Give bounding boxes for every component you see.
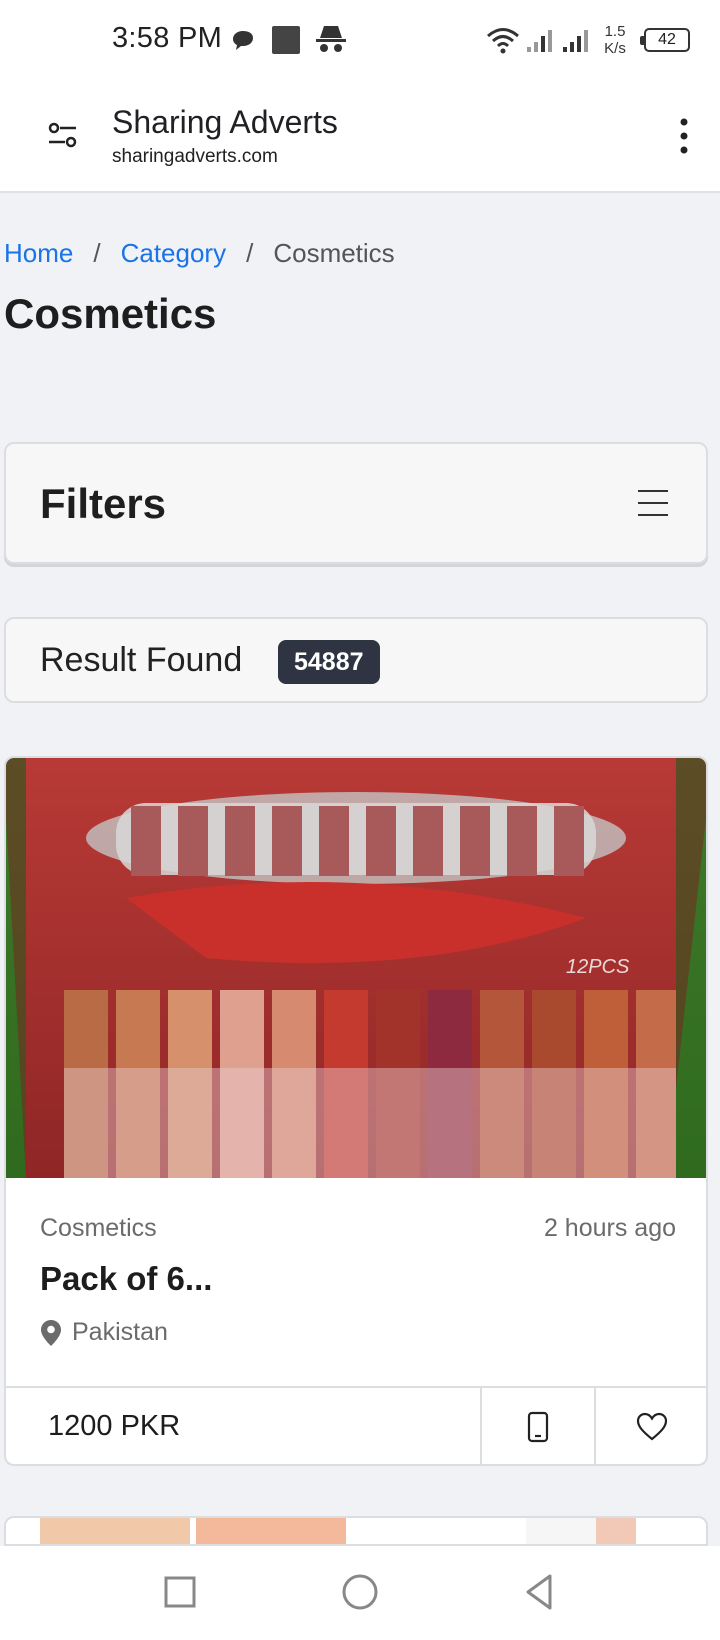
filters-card[interactable]: Filters	[4, 442, 708, 564]
chat-bubble-icon	[233, 31, 253, 50]
breadcrumb-home[interactable]: Home	[4, 238, 73, 269]
recents-button-icon[interactable]	[158, 1570, 202, 1614]
location-pin-icon	[41, 1319, 61, 1346]
breadcrumb-separator: /	[93, 238, 101, 268]
result-count-badge: 54887	[278, 640, 380, 684]
result-found-card: Result Found 54887	[4, 617, 708, 703]
app-bar: Sharing Adverts sharingadverts.com	[0, 84, 720, 193]
app-url: sharingadverts.com	[112, 146, 278, 167]
signal-icon	[527, 30, 552, 52]
page-title: Cosmetics	[4, 290, 217, 337]
incognito-icon	[316, 26, 346, 52]
listing-location-text: Pakistan	[72, 1318, 168, 1346]
tune-icon[interactable]	[46, 118, 80, 152]
result-label: Result Found	[40, 641, 243, 679]
listing-card[interactable]	[4, 1516, 708, 1546]
more-vert-icon[interactable]	[676, 116, 692, 156]
status-bar: 3:58 PM 1.5 K/s 42	[0, 0, 720, 84]
phone-icon	[527, 1411, 549, 1443]
listing-image	[40, 1518, 636, 1544]
system-nav-bar	[0, 1546, 720, 1640]
breadcrumb-category[interactable]: Category	[121, 238, 227, 269]
listing-footer: 1200 PKR	[6, 1386, 706, 1464]
call-button[interactable]	[480, 1388, 594, 1464]
signal-icon	[563, 30, 588, 52]
battery-icon: 42	[640, 28, 690, 52]
listing-price: 1200 PKR	[48, 1410, 181, 1442]
listing-title[interactable]: Pack of 6...	[40, 1260, 212, 1298]
hamburger-icon[interactable]	[638, 490, 668, 516]
heart-icon	[636, 1412, 668, 1441]
net-speed: 1.5 K/s	[604, 23, 626, 57]
listing-image[interactable]: 12PCS	[6, 758, 706, 1178]
home-button-icon[interactable]	[338, 1570, 382, 1614]
back-button-icon[interactable]	[518, 1570, 562, 1614]
status-time: 3:58 PM	[112, 22, 223, 54]
status-indicators: 1.5 K/s 42	[486, 20, 690, 60]
listing-category: Cosmetics	[40, 1214, 157, 1242]
listing-time: 2 hours ago	[543, 1214, 676, 1242]
breadcrumb-separator: /	[246, 238, 254, 268]
breadcrumb-current: Cosmetics	[273, 238, 395, 268]
filters-title: Filters	[40, 480, 167, 527]
gallery-icon	[272, 26, 300, 54]
listing-location: Pakistan	[40, 1318, 168, 1347]
listing-image-label: 12PCS	[566, 956, 630, 978]
favorite-button[interactable]	[594, 1388, 706, 1464]
battery-level: 42	[658, 31, 676, 48]
wifi-icon	[487, 28, 519, 54]
listing-card[interactable]: 12PCS Cosmetics 2 hours ago Pack of 6...	[4, 756, 708, 1466]
app-title: Sharing Adverts	[112, 104, 338, 140]
breadcrumb: Home / Category / Cosmetics	[4, 238, 395, 269]
